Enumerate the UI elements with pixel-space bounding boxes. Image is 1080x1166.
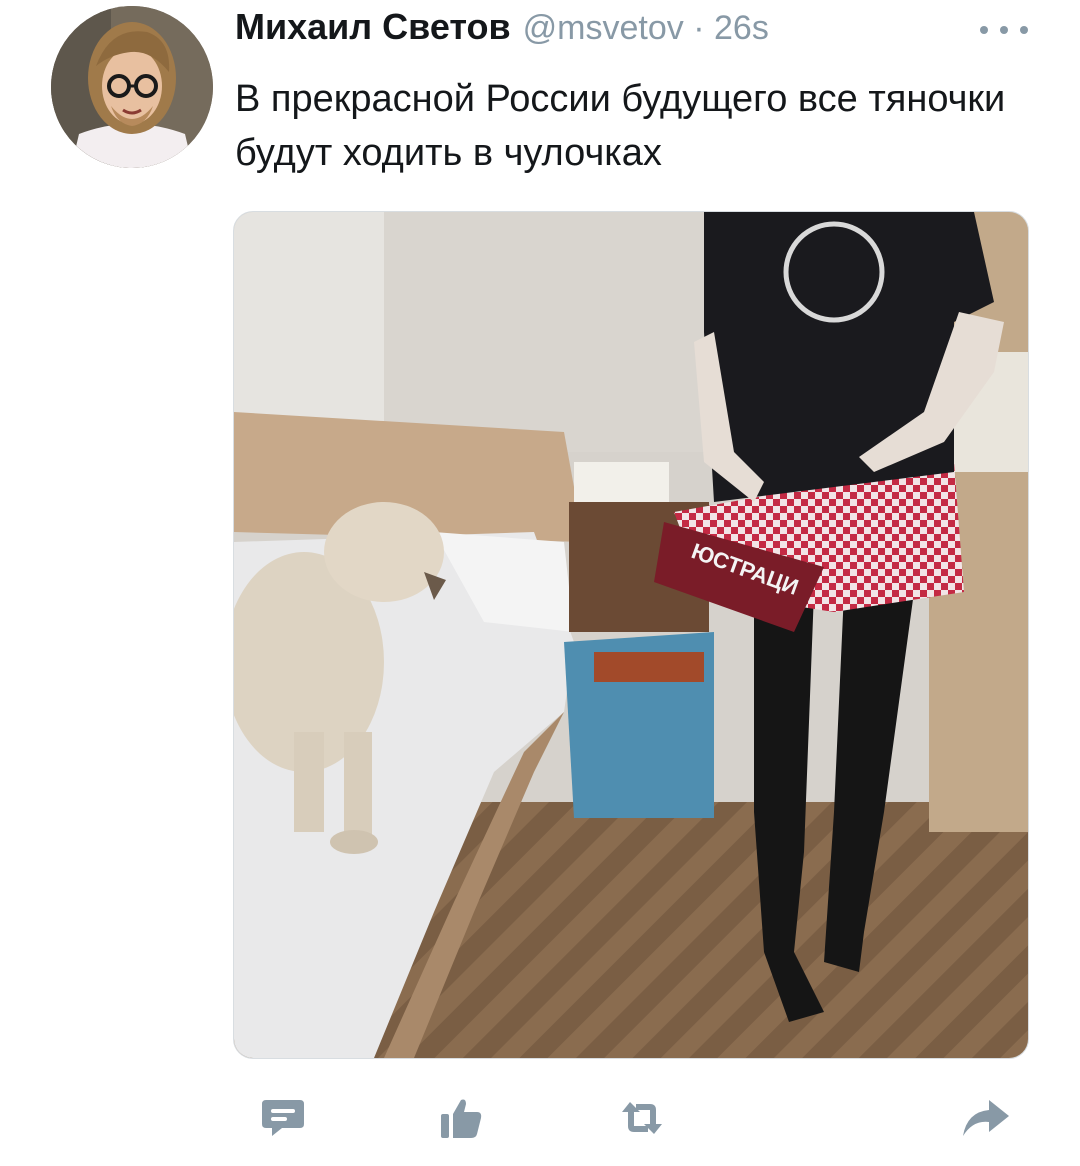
retweet-button[interactable]: [614, 1090, 670, 1146]
reply-icon: [262, 1100, 304, 1136]
share-button[interactable]: [958, 1090, 1014, 1146]
tweet-media-photo[interactable]: ЮСТРАЦИ: [233, 211, 1029, 1059]
more-dot-icon: [1020, 26, 1028, 34]
photo-image: ЮСТРАЦИ: [234, 212, 1028, 1058]
avatar[interactable]: [51, 6, 213, 168]
more-options-button[interactable]: [980, 22, 1028, 38]
tweet-timestamp[interactable]: 26s: [714, 9, 769, 47]
tweet[interactable]: Михаил Светов @msvetov · 26s В прекрасно…: [0, 0, 1080, 1166]
more-dot-icon: [1000, 26, 1008, 34]
tweet-action-bar: [0, 1090, 1080, 1146]
retweet-icon: [622, 1102, 662, 1134]
more-dot-icon: [980, 26, 988, 34]
author-display-name[interactable]: Михаил Светов: [235, 6, 511, 48]
author-meta: @msvetov · 26s: [523, 9, 769, 48]
avatar-image: [51, 6, 213, 168]
reply-button[interactable]: [255, 1090, 311, 1146]
author-handle[interactable]: @msvetov: [523, 9, 684, 47]
tweet-header: Михаил Светов @msvetov · 26s: [235, 6, 769, 50]
like-button[interactable]: [433, 1090, 489, 1146]
like-icon: [441, 1099, 482, 1138]
tweet-text: В прекрасной России будущего все тяночки…: [235, 78, 1006, 174]
meta-separator: ·: [693, 9, 705, 47]
share-icon: [963, 1100, 1009, 1136]
